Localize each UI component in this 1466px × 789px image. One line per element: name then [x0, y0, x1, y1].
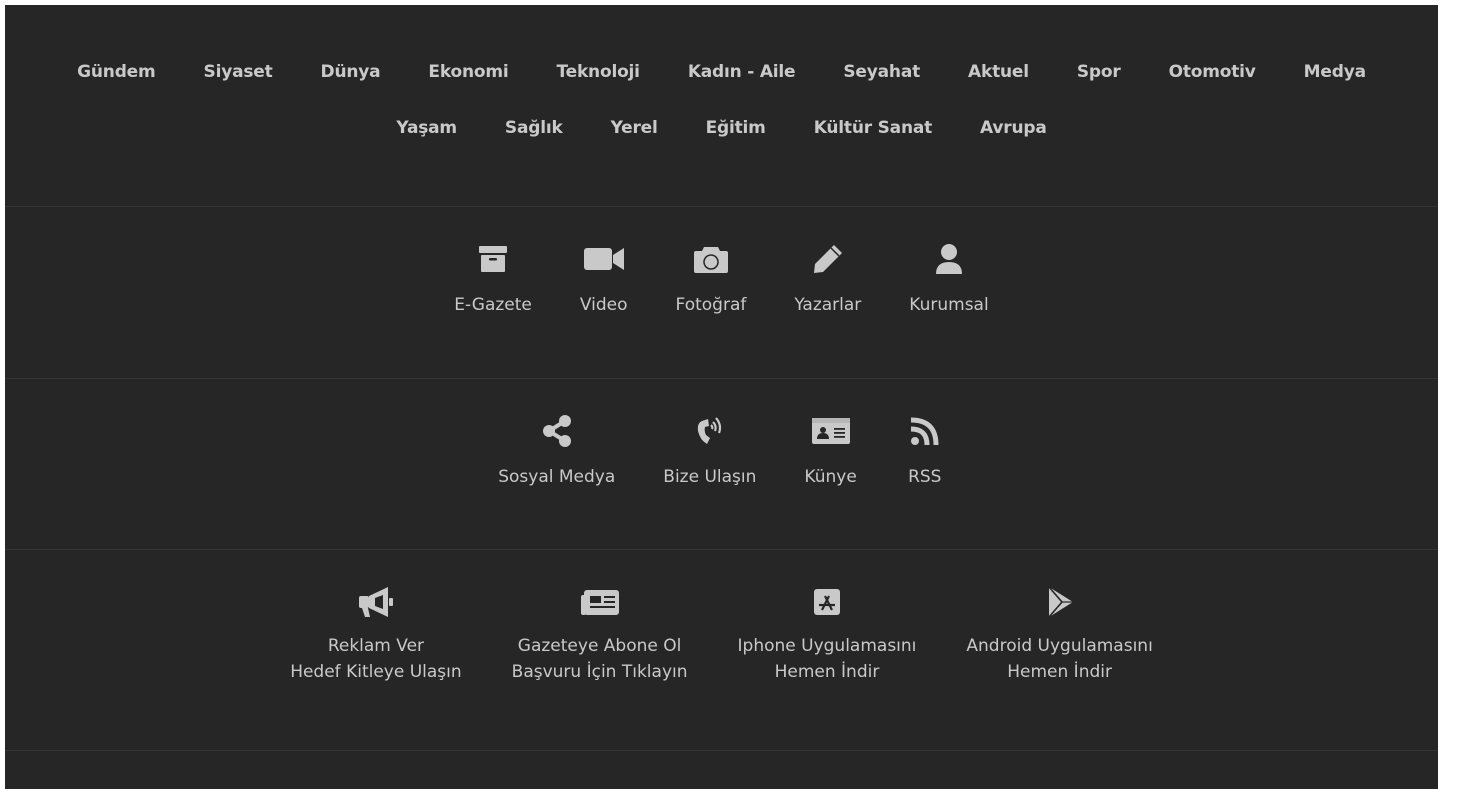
contact-links: Sosyal Medya Bize Ulaşın Künye RSS — [5, 414, 1438, 490]
category-link-kadin-aile[interactable]: Kadın - Aile — [664, 61, 820, 83]
megaphone-icon — [356, 585, 396, 619]
contact-link-bize-ulasin[interactable]: Bize Ulaşın — [639, 414, 780, 490]
id-card-icon — [811, 414, 851, 448]
promo-link-line2: Başvuru İçin Tıklayın — [511, 662, 688, 682]
promo-link-line2: Hedef Kitleye Ulaşın — [290, 662, 462, 682]
category-link-teknoloji[interactable]: Teknoloji — [532, 61, 663, 83]
pencil-icon — [808, 242, 848, 276]
contact-link-label: RSS — [908, 467, 942, 487]
category-link-avrupa[interactable]: Avrupa — [956, 117, 1071, 139]
promo-link-line2: Hemen İndir — [1007, 662, 1112, 682]
category-link-aktuel[interactable]: Aktuel — [944, 61, 1053, 83]
rss-icon — [905, 414, 945, 448]
contact-link-label: Künye — [804, 467, 857, 487]
quick-link-label: Fotoğraf — [675, 295, 747, 315]
quick-link-kurumsal[interactable]: Kurumsal — [885, 242, 1012, 318]
promo-link-abone-ol[interactable]: Gazeteye Abone Ol Başvuru İçin Tıklayın — [487, 585, 713, 685]
promo-link-line2: Hemen İndir — [774, 662, 880, 682]
app-store-icon — [807, 585, 847, 619]
promo-link-label: Gazeteye Abone Ol Başvuru İçin Tıklayın — [512, 633, 688, 685]
quick-link-fotograf[interactable]: Fotoğraf — [652, 242, 771, 318]
category-link-gundem[interactable]: Gündem — [53, 61, 179, 83]
divider — [5, 750, 1438, 751]
divider — [5, 549, 1438, 550]
category-row-2: Yaşam Sağlık Yerel Eğitim Kültür Sanat A… — [5, 117, 1438, 139]
category-link-yasam[interactable]: Yaşam — [372, 117, 481, 139]
share-icon — [537, 414, 577, 448]
promo-link-label: Android Uygulamasını Hemen İndir — [966, 633, 1152, 685]
category-link-kultur-sanat[interactable]: Kültür Sanat — [790, 117, 956, 139]
promo-link-line1: Android Uygulamasını — [966, 636, 1153, 656]
newspaper-icon — [580, 585, 620, 619]
promo-link-label: Reklam Ver Hedef Kitleye Ulaşın — [290, 633, 461, 685]
quick-link-yazarlar[interactable]: Yazarlar — [770, 242, 885, 318]
footer-menu-panel: Gündem Siyaset Dünya Ekonomi Teknoloji K… — [5, 5, 1438, 789]
contact-link-rss[interactable]: RSS — [881, 414, 969, 490]
contact-link-label: Bize Ulaşın — [663, 467, 757, 487]
contact-link-label: Sosyal Medya — [498, 467, 616, 487]
contact-link-sosyal-medya[interactable]: Sosyal Medya — [474, 414, 639, 490]
quick-link-label: Kurumsal — [909, 295, 989, 315]
category-row-1: Gündem Siyaset Dünya Ekonomi Teknoloji K… — [5, 61, 1438, 83]
category-link-ekonomi[interactable]: Ekonomi — [404, 61, 532, 83]
category-link-otomotiv[interactable]: Otomotiv — [1145, 61, 1280, 83]
category-link-yerel[interactable]: Yerel — [587, 117, 682, 139]
category-link-spor[interactable]: Spor — [1053, 61, 1145, 83]
user-icon — [929, 242, 969, 276]
promo-link-line1: Gazeteye Abone Ol — [517, 636, 682, 656]
promo-link-label: Iphone Uygulamasını Hemen İndir — [738, 633, 917, 685]
quick-link-video[interactable]: Video — [556, 242, 652, 318]
promo-link-iphone-app[interactable]: Iphone Uygulamasını Hemen İndir — [713, 585, 942, 685]
quick-link-e-gazete[interactable]: E-Gazete — [430, 242, 556, 318]
archive-icon — [473, 242, 513, 276]
promo-links: Reklam Ver Hedef Kitleye Ulaşın Gazeteye… — [5, 585, 1438, 685]
contact-link-kunye[interactable]: Künye — [780, 414, 880, 490]
category-link-siyaset[interactable]: Siyaset — [180, 61, 297, 83]
quick-link-label: E-Gazete — [454, 295, 532, 315]
category-link-dunya[interactable]: Dünya — [297, 61, 405, 83]
promo-link-reklam-ver[interactable]: Reklam Ver Hedef Kitleye Ulaşın — [265, 585, 486, 685]
camera-icon — [691, 242, 731, 276]
category-link-medya[interactable]: Medya — [1280, 61, 1390, 83]
quick-links: E-Gazete Video Fotoğraf Yazarlar Kurumsa… — [5, 242, 1438, 318]
phone-volume-icon — [690, 414, 730, 448]
category-link-seyahat[interactable]: Seyahat — [819, 61, 944, 83]
category-nav: Gündem Siyaset Dünya Ekonomi Teknoloji K… — [5, 5, 1438, 207]
divider — [5, 378, 1438, 379]
promo-link-line1: Reklam Ver — [327, 636, 425, 656]
quick-link-label: Yazarlar — [794, 295, 862, 315]
promo-link-line1: Iphone Uygulamasını — [737, 636, 917, 656]
google-play-icon — [1040, 585, 1080, 619]
category-link-egitim[interactable]: Eğitim — [682, 117, 790, 139]
category-link-saglik[interactable]: Sağlık — [481, 117, 587, 139]
promo-link-android-app[interactable]: Android Uygulamasını Hemen İndir — [941, 585, 1177, 685]
divider — [5, 206, 1438, 207]
video-camera-icon — [583, 242, 624, 276]
quick-link-label: Video — [579, 295, 628, 315]
